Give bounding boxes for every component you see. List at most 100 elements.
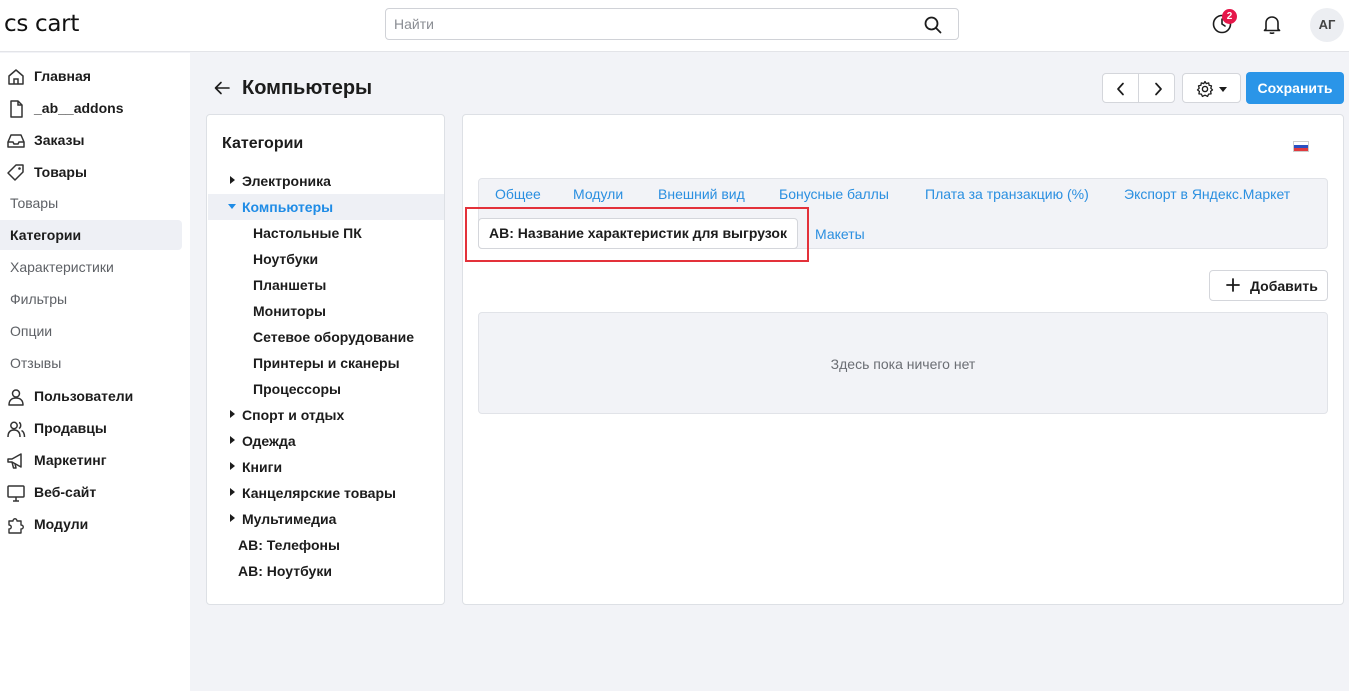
sidebar-sub-label: Характеристики — [10, 259, 114, 275]
sidebar: Главная _ab__addons Заказы Товары Товары… — [0, 53, 190, 691]
sidebar-item-addons[interactable]: _ab__addons — [0, 93, 182, 123]
tab-yandex-export[interactable]: Экспорт в Яндекс.Маркет — [1124, 186, 1290, 202]
tree-item-label: Компьютеры — [242, 199, 334, 215]
avatar[interactable]: АГ — [1310, 8, 1344, 42]
tree-item[interactable]: AB: Ноутбуки — [208, 558, 444, 584]
next-button[interactable] — [1138, 73, 1175, 103]
tree-item-label: AB: Телефоны — [238, 537, 340, 553]
tree-item-label: Принтеры и сканеры — [253, 355, 400, 371]
tree-item[interactable]: Сетевое оборудование — [208, 324, 444, 350]
save-button[interactable]: Сохранить — [1246, 72, 1344, 104]
search-input[interactable] — [386, 9, 906, 39]
tab-reward-points[interactable]: Бонусные баллы — [779, 186, 889, 202]
tree-item[interactable]: AB: Телефоны — [208, 532, 444, 558]
file-icon — [10, 100, 23, 118]
tree-item[interactable]: Мультимедиа — [208, 506, 444, 532]
page-title: Компьютеры — [242, 77, 373, 99]
monitor-icon — [7, 485, 25, 502]
sidebar-item-label: Продавцы — [34, 420, 107, 436]
users-icon — [7, 421, 26, 438]
sidebar-item-orders[interactable]: Заказы — [0, 125, 182, 155]
gear-icon — [1196, 80, 1214, 98]
tab-transaction-fee[interactable]: Плата за транзакцию (%) — [925, 186, 1089, 202]
tree-item-label: Книги — [242, 459, 283, 475]
sidebar-sub-categories[interactable]: Категории — [0, 220, 182, 250]
caret-down-icon[interactable] — [228, 204, 236, 209]
tree-item[interactable]: Ноутбуки — [208, 246, 444, 272]
sidebar-item-label: Товары — [34, 164, 87, 180]
categories-title: Категории — [222, 135, 304, 152]
tree-item-label: Одежда — [242, 433, 296, 449]
back-arrow-icon[interactable] — [213, 79, 231, 97]
puzzle-icon — [8, 518, 24, 534]
sidebar-sub-filters[interactable]: Фильтры — [0, 284, 182, 314]
tree-item-label: Планшеты — [253, 277, 327, 293]
tree-item[interactable]: Спорт и отдых — [208, 402, 444, 428]
caret-right-icon[interactable] — [230, 462, 235, 470]
sidebar-item-marketing[interactable]: Маркетинг — [0, 445, 182, 475]
sidebar-sub-label: Фильтры — [10, 291, 68, 307]
chevron-left-icon — [1117, 82, 1124, 96]
logo[interactable]: cs cart — [4, 11, 79, 37]
prev-button[interactable] — [1102, 73, 1139, 103]
caret-right-icon[interactable] — [230, 488, 235, 496]
tree-item-label: Сетевое оборудование — [253, 329, 415, 345]
sidebar-item-label: Веб-сайт — [34, 484, 97, 500]
tab-general[interactable]: Общее — [495, 186, 541, 202]
tree-item[interactable]: Процессоры — [208, 376, 444, 402]
tree-item-active[interactable]: Компьютеры — [208, 194, 444, 220]
empty-state-text: Здесь пока ничего нет — [830, 356, 976, 372]
home-icon — [8, 69, 24, 85]
tree-item[interactable]: Настольные ПК — [208, 220, 444, 246]
sidebar-item-label: Пользователи — [34, 388, 134, 404]
search-box[interactable] — [385, 8, 959, 40]
sidebar-item-addons-modules[interactable]: Модули — [0, 509, 182, 539]
sidebar-item-users[interactable]: Пользователи — [0, 381, 182, 411]
tree-item[interactable]: Принтеры и сканеры — [208, 350, 444, 376]
sidebar-item-label: Заказы — [34, 132, 85, 148]
sidebar-sub-options[interactable]: Опции — [0, 316, 182, 346]
tree-item[interactable]: Планшеты — [208, 272, 444, 298]
caret-right-icon[interactable] — [230, 410, 235, 418]
tree-item-label: Мониторы — [253, 303, 327, 319]
add-button[interactable]: Добавить — [1209, 270, 1328, 301]
tab-addons[interactable]: Модули — [573, 186, 623, 202]
top-bar: cs cart 2 АГ — [0, 0, 1349, 52]
sidebar-sub-label: Опции — [10, 323, 53, 339]
tree-item-label: Канцелярские товары — [242, 485, 396, 501]
highlight-frame — [465, 207, 809, 262]
tab-layouts[interactable]: Макеты — [815, 226, 865, 242]
tree-item-label: Мультимедиа — [242, 511, 337, 527]
categories-panel: Категории Электроника Компьютеры Настоль… — [206, 114, 445, 605]
sidebar-sub-products[interactable]: Товары — [0, 188, 182, 218]
bell-icon[interactable] — [1260, 12, 1284, 36]
caret-right-icon[interactable] — [230, 436, 235, 444]
tree-item[interactable]: Одежда — [208, 428, 444, 454]
sidebar-sub-label: Категории — [10, 227, 82, 243]
sidebar-item-label: Модули — [34, 516, 89, 532]
sidebar-sub-reviews[interactable]: Отзывы — [0, 348, 182, 378]
tree-item-label: Спорт и отдых — [242, 407, 345, 423]
add-button-label: Добавить — [1250, 278, 1318, 294]
caret-right-icon[interactable] — [230, 514, 235, 522]
plus-icon — [1226, 278, 1240, 292]
chevron-right-icon — [1155, 82, 1162, 96]
sidebar-item-vendors[interactable]: Продавцы — [0, 413, 182, 443]
tree-item-label: Электроника — [242, 173, 331, 189]
notification-badge: 2 — [1222, 9, 1237, 24]
settings-dropdown-button[interactable] — [1182, 73, 1241, 103]
sidebar-item-products[interactable]: Товары — [0, 157, 182, 187]
sidebar-item-home[interactable]: Главная — [0, 61, 182, 91]
russian-flag-icon[interactable] — [1293, 141, 1309, 152]
inbox-icon — [7, 134, 25, 148]
caret-right-icon[interactable] — [230, 176, 235, 184]
tree-item[interactable]: Книги — [208, 454, 444, 480]
sidebar-sub-features[interactable]: Характеристики — [0, 252, 182, 282]
search-icon[interactable] — [924, 16, 942, 34]
tree-item[interactable]: Мониторы — [208, 298, 444, 324]
tree-item[interactable]: Канцелярские товары — [208, 480, 444, 506]
tab-appearance[interactable]: Внешний вид — [658, 186, 745, 202]
sidebar-item-label: Маркетинг — [34, 452, 107, 468]
tree-item[interactable]: Электроника — [208, 168, 444, 194]
sidebar-item-website[interactable]: Веб-сайт — [0, 477, 182, 507]
